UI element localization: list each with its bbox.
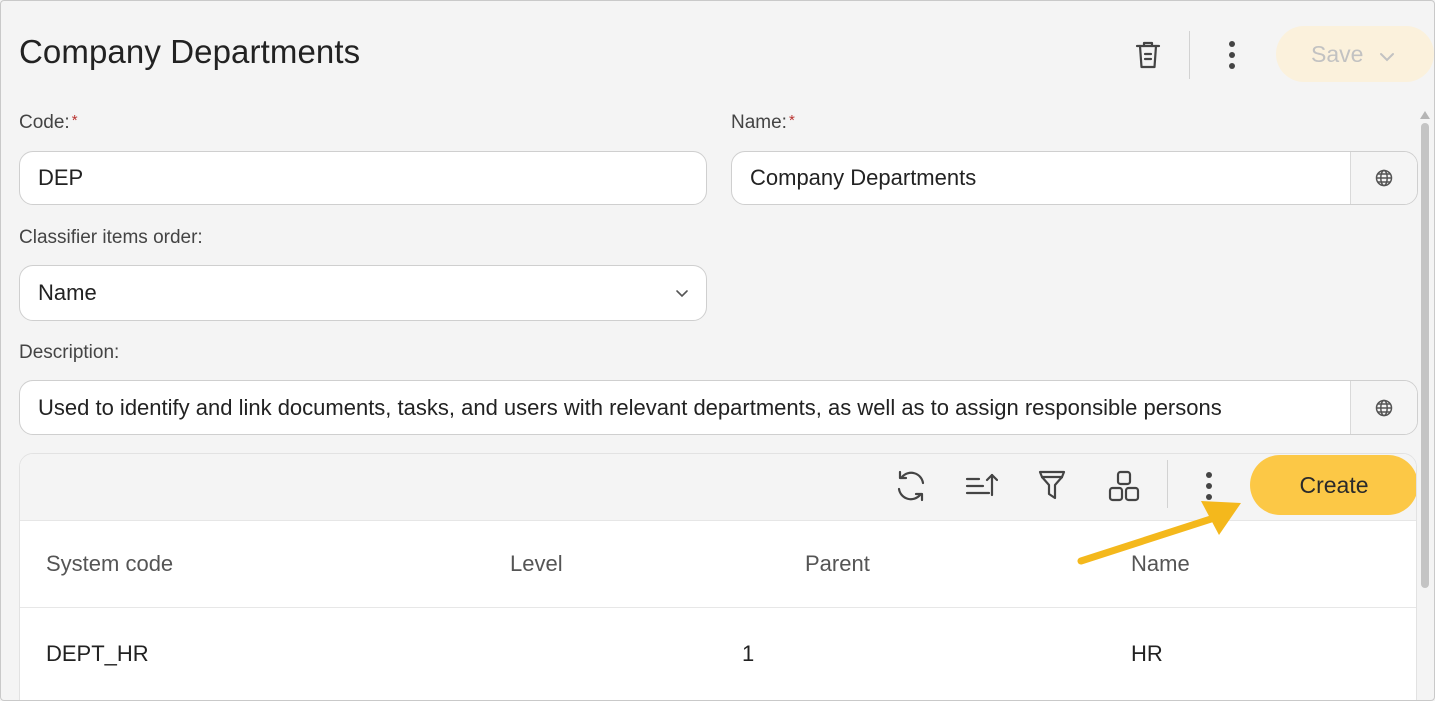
sort-icon[interactable] <box>963 468 999 504</box>
columns-icon[interactable] <box>1106 468 1142 504</box>
items-grid: Create System code Level Parent Name DEP… <box>19 453 1417 700</box>
create-button[interactable]: Create <box>1250 455 1416 515</box>
code-label: Code: * <box>19 112 78 133</box>
required-mark: * <box>71 112 78 129</box>
cell-name: HR <box>1131 641 1163 666</box>
more-vertical-icon[interactable] <box>1214 37 1250 73</box>
name-label: Name: * <box>731 112 795 133</box>
toolbar-divider <box>1167 460 1168 508</box>
description-label: Description: <box>19 342 120 363</box>
column-header-level[interactable]: Level <box>510 551 563 577</box>
filter-icon[interactable] <box>1034 468 1070 504</box>
scroll-up-arrow[interactable] <box>1419 107 1431 119</box>
chevron-down-icon <box>1379 41 1395 68</box>
name-value: Company Departments <box>750 165 977 190</box>
column-header-system-code[interactable]: System code <box>46 551 173 577</box>
description-value: Used to identify and link documents, tas… <box>38 394 1222 420</box>
scrollbar-thumb[interactable] <box>1421 123 1429 588</box>
cell-level: 1 <box>742 641 755 666</box>
order-value: Name <box>38 280 97 305</box>
chevron-down-icon[interactable] <box>658 266 706 320</box>
save-button[interactable]: Save <box>1276 26 1434 82</box>
page-title: Company Departments <box>19 33 361 70</box>
column-header-parent[interactable]: Parent <box>805 551 870 577</box>
globe-icon[interactable] <box>1350 152 1417 204</box>
more-vertical-icon[interactable] <box>1191 468 1227 504</box>
header-row-divider <box>20 607 1416 608</box>
description-field[interactable]: Used to identify and link documents, tas… <box>19 380 1418 435</box>
globe-icon[interactable] <box>1350 381 1417 434</box>
code-value: DEP <box>38 165 84 190</box>
save-button-label: Save <box>1311 40 1364 67</box>
cell-system-code: DEPT_HR <box>46 641 149 666</box>
order-label: Classifier items order: <box>19 227 203 248</box>
name-field[interactable]: Company Departments <box>731 151 1418 205</box>
app-window: Company Departments Save Code: * DEP Name… <box>0 0 1435 701</box>
grid-toolbar: Create <box>20 454 1416 521</box>
column-header-name[interactable]: Name <box>1131 551 1190 577</box>
required-mark: * <box>788 112 795 129</box>
header-divider <box>1189 31 1190 79</box>
code-field[interactable]: DEP <box>19 151 707 205</box>
delete-icon[interactable] <box>1130 37 1166 73</box>
refresh-icon[interactable] <box>893 468 929 504</box>
order-select[interactable]: Name <box>19 265 707 321</box>
